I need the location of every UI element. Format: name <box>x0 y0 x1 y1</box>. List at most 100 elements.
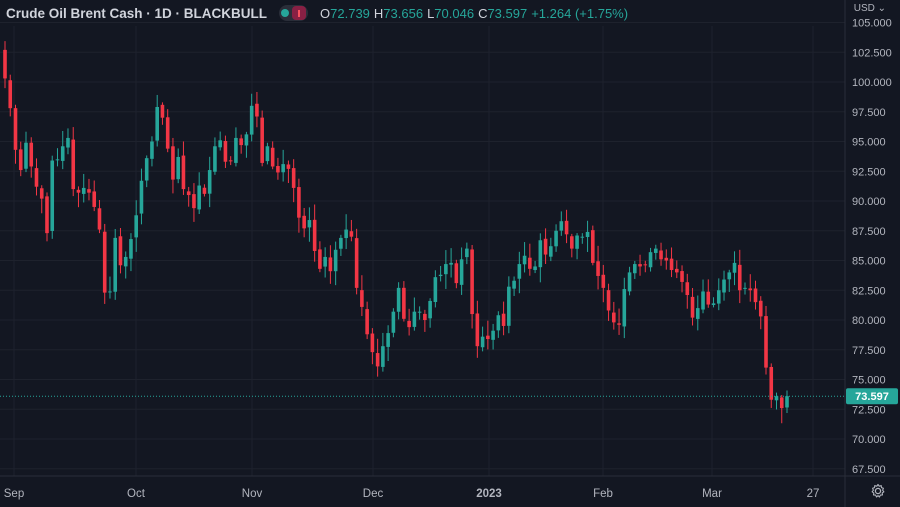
candle-body <box>412 311 417 327</box>
gear-icon[interactable] <box>870 483 886 499</box>
candle <box>774 392 779 410</box>
candle-body <box>92 191 97 207</box>
candle <box>706 279 711 308</box>
y-tick-label: 67.500 <box>852 464 886 476</box>
candle <box>45 192 49 242</box>
candle <box>276 157 280 180</box>
candle <box>570 233 574 258</box>
candle <box>507 276 511 334</box>
candle <box>286 160 291 184</box>
candle-body <box>118 236 123 266</box>
candle-body <box>438 274 443 277</box>
candle-body <box>653 248 658 253</box>
candle <box>522 242 527 273</box>
candle <box>60 130 65 170</box>
candle-body <box>785 396 789 408</box>
candle <box>606 283 611 321</box>
candle <box>150 136 154 167</box>
candle <box>97 199 102 234</box>
candle-body <box>160 104 165 118</box>
candle-body <box>265 146 270 162</box>
candle-body <box>701 291 705 310</box>
candle-body <box>134 215 139 238</box>
candle <box>695 295 700 331</box>
candle <box>612 301 616 330</box>
candle <box>596 245 600 290</box>
candle <box>617 308 621 335</box>
candle <box>732 251 737 286</box>
candle-body <box>465 248 469 258</box>
candle-body <box>632 264 637 274</box>
candle <box>412 297 417 331</box>
candle-body <box>743 287 747 289</box>
candle <box>360 275 364 317</box>
candle-body <box>197 185 201 210</box>
candle-body <box>276 166 280 173</box>
candle-body <box>753 288 758 303</box>
x-tick-label: Oct <box>127 488 146 500</box>
candle <box>585 220 590 252</box>
candle <box>370 328 375 365</box>
candle-body <box>291 168 296 188</box>
candle <box>71 127 76 197</box>
candle-body <box>281 164 285 173</box>
candle-body <box>81 187 86 194</box>
candle-body <box>554 230 558 247</box>
candle-body <box>249 105 254 135</box>
candle <box>260 110 264 167</box>
candlestick-chart[interactable]: 105.000 102.500 100.000 97.500 95.000 92.500 9… <box>0 0 900 507</box>
candle-body <box>423 313 427 320</box>
y-tick-label: 72.500 <box>852 404 886 416</box>
candle-body <box>18 149 23 171</box>
candle-body <box>711 303 716 306</box>
candle-body <box>695 308 700 319</box>
candle <box>239 134 243 154</box>
candle-body <box>113 237 118 292</box>
candle-body <box>564 220 569 235</box>
candle-body <box>758 300 763 317</box>
candle-body <box>622 289 627 327</box>
candle-body <box>207 170 212 194</box>
candle <box>165 109 170 153</box>
candle-body <box>302 215 306 229</box>
candle <box>24 131 28 173</box>
candle-body <box>39 188 44 199</box>
candle <box>218 131 222 151</box>
candle <box>543 228 548 265</box>
candle-body <box>270 147 275 167</box>
candle <box>39 185 44 214</box>
candle <box>76 186 81 208</box>
x-tick-label: 2023 <box>476 488 502 500</box>
candle-body <box>444 264 448 275</box>
candle-body <box>559 221 564 231</box>
candle <box>559 211 564 236</box>
candle <box>318 241 322 273</box>
candle <box>517 251 522 294</box>
candle-body <box>575 235 579 249</box>
candle-body <box>501 313 506 326</box>
candle <box>685 273 690 309</box>
candle-body <box>716 290 721 304</box>
candle-body <box>737 264 742 291</box>
candle <box>669 247 674 278</box>
candle-body <box>60 146 65 161</box>
candle-body <box>522 255 527 265</box>
candle <box>396 282 401 320</box>
candle <box>454 259 459 289</box>
candle <box>34 158 39 196</box>
candle <box>87 178 91 201</box>
candle <box>3 41 7 89</box>
candle <box>186 186 191 207</box>
candle <box>281 149 285 182</box>
candle-body <box>402 287 406 319</box>
candle <box>564 209 569 244</box>
candle <box>512 276 516 296</box>
candle-body <box>333 249 338 272</box>
candle <box>102 223 107 304</box>
candle-body <box>674 268 679 273</box>
candle-body <box>155 106 160 141</box>
candle <box>664 249 669 270</box>
candle-body <box>307 220 312 228</box>
candle-body <box>428 300 432 319</box>
candle-body <box>323 256 327 267</box>
